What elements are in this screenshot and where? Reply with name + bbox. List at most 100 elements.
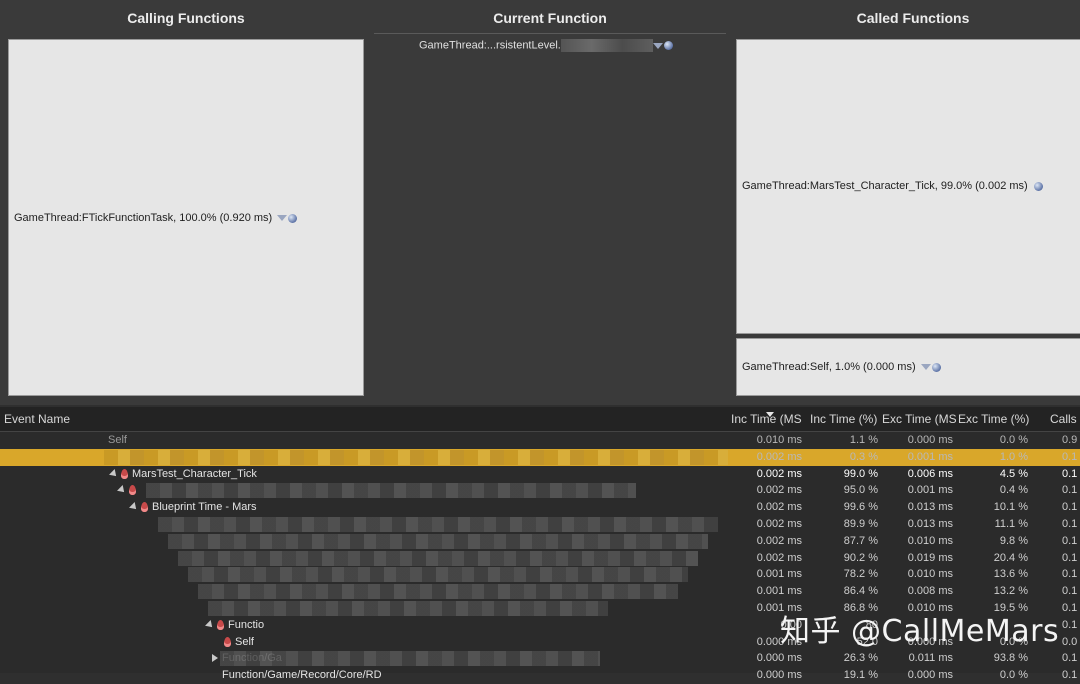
- table-row[interactable]: Function/Game/Record/Core/RD 0.000 ms 19.1…: [0, 667, 1080, 684]
- current-function-label[interactable]: GameThread:...rsistentLevel.: [419, 39, 561, 51]
- table-row[interactable]: MarsTest_Character_Tick 0.002 ms 99.0 % 0.0…: [0, 466, 1080, 483]
- calls-cell: 0.1: [1062, 568, 1078, 581]
- inc-time-ms-cell: 0.002 ms: [756, 484, 802, 497]
- calls-cell: 0.1: [1062, 450, 1078, 463]
- inc-time-pct-cell: 26.3 %: [843, 652, 878, 665]
- table-row-selected[interactable]: 0.002 ms 0.3 % 0.001 ms 1.0 % 0.1: [0, 448, 1080, 466]
- exc-time-ms-cell: 0.011 ms: [908, 652, 953, 665]
- expanded-icon[interactable]: [205, 619, 215, 630]
- col-exc-time-pct[interactable]: Exc Time (%): [958, 407, 1032, 431]
- calls-cell: 0.1: [1062, 518, 1078, 530]
- filter-icon[interactable]: [652, 42, 663, 49]
- inc-time-pct-cell: 86.4 %: [843, 585, 878, 598]
- redacted-text: [198, 584, 678, 600]
- event-name: Self: [235, 635, 254, 648]
- redacted-text: [178, 550, 698, 566]
- inc-time-pct-cell: 19.1 %: [843, 669, 878, 682]
- inc-time-pct-cell: 0.3 %: [849, 450, 878, 463]
- current-function-title: Current Function: [493, 10, 607, 26]
- table-row[interactable]: 0.001 ms 78.2 % 0.010 ms 13.6 % 0.1: [0, 566, 1080, 583]
- table-row[interactable]: Blueprint Time - Mars 0.002 ms 99.6 % 0.013…: [0, 499, 1080, 516]
- exc-time-pct-cell: 0.0 %: [999, 669, 1028, 682]
- inc-time-pct-cell: 87.7 %: [843, 534, 878, 547]
- redacted-text: [146, 483, 636, 499]
- inc-time-pct-cell: 90.2 %: [843, 551, 878, 564]
- calls-cell: 0.0: [1062, 635, 1078, 648]
- blueprint-flame-icon: [224, 636, 231, 647]
- expanded-icon[interactable]: [129, 502, 139, 513]
- event-name: Blueprint Time - Mars: [152, 501, 257, 514]
- calling-function-box[interactable]: GameThread:FTickFunctionTask, 100.0% (0.…: [8, 39, 364, 396]
- culling-icon[interactable]: [663, 41, 673, 50]
- called-function-label: GameThread:Self, 1.0% (0.000 ms): [742, 361, 916, 373]
- calls-cell: 0.1: [1062, 501, 1078, 514]
- exc-time-ms-cell: 0.006 ms: [907, 467, 953, 480]
- inc-time-pct-cell: 95.0 %: [843, 484, 878, 497]
- called-function-box-tick[interactable]: GameThread:MarsTest_Character_Tick, 99.0…: [736, 39, 1080, 334]
- culling-icon[interactable]: [931, 362, 941, 372]
- exc-time-pct-cell: 10.1 %: [993, 501, 1028, 514]
- exc-time-ms-cell: 0.001 ms: [907, 484, 953, 497]
- called-function-label: GameThread:MarsTest_Character_Tick, 99.0…: [742, 180, 1028, 192]
- inc-time-pct-cell: 99.0 %: [843, 467, 878, 480]
- exc-time-pct-cell: 93.8 %: [993, 652, 1028, 665]
- exc-time-ms-cell: 0.013 ms: [907, 501, 953, 514]
- calls-cell: 0.1: [1062, 467, 1078, 480]
- inc-time-ms-cell: 0.002 ms: [756, 534, 802, 547]
- redacted-text: [188, 567, 688, 583]
- calls-cell: 0.1: [1062, 652, 1078, 665]
- col-exc-time-ms[interactable]: Exc Time (MS: [882, 407, 956, 431]
- blueprint-flame-icon: [129, 485, 136, 496]
- col-calls[interactable]: Calls: [1050, 407, 1080, 431]
- blueprint-flame-icon: [121, 468, 128, 479]
- calls-cell: 0.1: [1062, 551, 1078, 564]
- inc-time-ms-cell: 0.010 ms: [756, 434, 802, 446]
- redacted-text: [560, 39, 653, 52]
- expanded-icon[interactable]: [109, 468, 119, 479]
- col-event-name[interactable]: Event Name: [4, 407, 304, 431]
- inc-time-ms-cell: 0.001 ms: [756, 585, 802, 598]
- table-row[interactable]: 0.002 ms 95.0 % 0.001 ms 0.4 % 0.1: [0, 482, 1080, 499]
- collapsed-icon[interactable]: [212, 654, 218, 663]
- calls-cell: 0.1: [1062, 585, 1078, 598]
- culling-icon[interactable]: [288, 213, 298, 223]
- table-row[interactable]: 0.002 ms 90.2 % 0.019 ms 20.4 % 0.1: [0, 550, 1080, 567]
- exc-time-ms-cell: 0.010 ms: [907, 534, 953, 547]
- called-function-box-self[interactable]: GameThread:Self, 1.0% (0.000 ms): [736, 338, 1080, 396]
- table-row[interactable]: 0.002 ms 87.7 % 0.010 ms 9.8 % 0.1: [0, 533, 1080, 550]
- table-header: Event Name Inc Time (MS Inc Time (%) Exc…: [0, 407, 1080, 432]
- inc-time-ms-cell: 0.000 ms: [756, 669, 802, 682]
- watermark: 知乎 @CallMeMars: [780, 614, 1060, 649]
- table-row[interactable]: 0.002 ms 89.9 % 0.013 ms 11.1 % 0.1: [0, 516, 1080, 533]
- inc-time-ms-cell: 0.000 ms: [756, 652, 802, 665]
- exc-time-ms-cell: 0.013 ms: [907, 518, 953, 530]
- calls-cell: 0.1: [1062, 602, 1078, 614]
- called-functions-title: Called Functions: [856, 10, 970, 26]
- calling-function-label: GameThread:FTickFunctionTask, 100.0% (0.…: [14, 212, 273, 224]
- redacted-text: [208, 601, 608, 616]
- table-row[interactable]: Self 0.010 ms 1.1 % 0.000 ms 0.0 % 0.9: [0, 432, 1080, 449]
- exc-time-ms-cell: 0.000 ms: [907, 434, 953, 446]
- redacted-text: [220, 651, 600, 667]
- filter-icon[interactable]: [920, 364, 931, 371]
- table-row[interactable]: Function/Ga0.000 ms26.3 %0.011 ms93.8 %0…: [0, 650, 1080, 667]
- exc-time-pct-cell: 13.2 %: [993, 585, 1028, 598]
- exc-time-pct-cell: 20.4 %: [993, 551, 1028, 564]
- table-row[interactable]: 0.001 ms 86.4 % 0.008 ms 13.2 % 0.1: [0, 583, 1080, 600]
- col-inc-time-ms[interactable]: Inc Time (MS: [731, 407, 805, 431]
- redacted-text: [168, 533, 708, 549]
- calling-functions-title: Calling Functions: [127, 10, 245, 26]
- inc-time-ms-cell: 0.002 ms: [756, 518, 802, 530]
- filter-icon[interactable]: [277, 215, 288, 222]
- inc-time-ms-cell: 0.002 ms: [756, 450, 802, 463]
- inc-time-ms-cell: 0.002 ms: [756, 467, 802, 480]
- inc-time-pct-cell: 1.1 %: [849, 434, 878, 446]
- current-function-area: GameThread:...rsistentLevel.: [374, 33, 726, 405]
- calls-cell: 0.9: [1062, 434, 1078, 446]
- exc-time-pct-cell: 13.6 %: [993, 568, 1028, 581]
- blueprint-flame-icon: [141, 502, 148, 513]
- expanded-icon[interactable]: [117, 485, 127, 496]
- col-inc-time-pct[interactable]: Inc Time (%): [810, 407, 882, 431]
- culling-icon[interactable]: [1033, 181, 1043, 191]
- calls-cell: 0.1: [1062, 669, 1078, 682]
